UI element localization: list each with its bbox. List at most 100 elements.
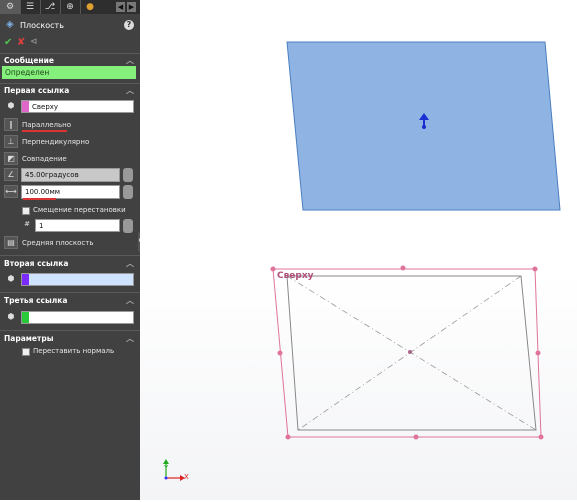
config-icon: ⎇ bbox=[44, 2, 56, 12]
divider bbox=[0, 330, 140, 331]
mid-plane-label[interactable]: Средняя плоскость bbox=[22, 239, 93, 247]
color-wheel-icon: ● bbox=[86, 2, 94, 12]
handle-point[interactable] bbox=[413, 434, 419, 440]
display-manager-tab[interactable]: ● bbox=[80, 0, 100, 14]
angle-input[interactable]: 45.00градусов bbox=[21, 168, 120, 182]
angle-spinner[interactable] bbox=[123, 168, 133, 182]
chevron-up-icon: ︿ bbox=[126, 296, 134, 305]
reference-cube-icon: ⬢ bbox=[7, 274, 15, 283]
mid-plane-button[interactable]: ▤ bbox=[4, 236, 18, 249]
handle-point[interactable] bbox=[277, 350, 283, 356]
reference-plane-outline[interactable] bbox=[272, 268, 542, 438]
first-reference-value: Сверху bbox=[32, 103, 59, 111]
feature-manager-tab[interactable]: ⚙ bbox=[0, 0, 21, 14]
parallel-option-label[interactable]: Параллельно bbox=[22, 121, 71, 129]
list-icon: ☰ bbox=[25, 2, 35, 12]
chevron-up-icon: ︿ bbox=[126, 86, 134, 95]
tabs-next-button[interactable]: ▶ bbox=[127, 2, 136, 12]
distance-icon: ⟷ bbox=[5, 187, 17, 196]
parameters-section-header[interactable]: Параметры ︿ bbox=[0, 332, 140, 344]
message-section-header[interactable]: Сообщение ︿ bbox=[0, 54, 140, 66]
handle-point[interactable] bbox=[532, 266, 538, 272]
third-reference-selection[interactable] bbox=[21, 311, 134, 324]
manager-tabs: ⚙ ☰ ⎇ ⊕ ● ◀ ▶ bbox=[0, 0, 140, 14]
chevron-left-icon: ◀ bbox=[117, 3, 124, 11]
handle-point[interactable] bbox=[538, 434, 544, 440]
angle-button[interactable]: ∠ bbox=[4, 168, 18, 181]
graphics-viewport[interactable]: Сверху X Y bbox=[140, 0, 577, 500]
distance-value: 100.00мм bbox=[25, 188, 61, 196]
coincident-icon: ◩ bbox=[7, 154, 15, 163]
count-spinner[interactable] bbox=[123, 219, 133, 233]
reference-color-swatch bbox=[22, 101, 29, 112]
first-reference-section-header[interactable]: Первая ссылка ︿ bbox=[0, 84, 140, 96]
crosshair-icon: ⊕ bbox=[66, 2, 74, 12]
chevron-up-icon: ︿ bbox=[126, 56, 134, 65]
pushpin-icon: ⊲ bbox=[30, 37, 38, 47]
ok-button[interactable]: ✔ bbox=[4, 37, 12, 48]
handle-point[interactable] bbox=[400, 265, 406, 271]
perpendicular-icon: ⊥ bbox=[7, 137, 15, 146]
status-message-text: Определен bbox=[5, 68, 50, 77]
status-message: Определен bbox=[2, 66, 136, 79]
plane-icon: ◈ bbox=[6, 19, 14, 30]
coordinate-triad: X Y bbox=[163, 459, 189, 481]
help-button[interactable]: ? bbox=[124, 20, 134, 30]
coincident-button[interactable]: ◩ bbox=[4, 152, 18, 165]
checkmark-icon: ✔ bbox=[4, 37, 13, 48]
count-icon: # bbox=[24, 220, 30, 228]
parameters-title: Параметры bbox=[4, 334, 54, 343]
second-reference-title: Вторая ссылка bbox=[4, 259, 69, 268]
coincident-option-label[interactable]: Совпадение bbox=[22, 155, 67, 163]
property-manager-panel: ⚙ ☰ ⎇ ⊕ ● ◀ ▶ ◈ Плоскость ? ✔ ✘ ⊲ Сообще… bbox=[0, 0, 144, 500]
handle-point[interactable] bbox=[535, 350, 541, 356]
angle-value: 45.00градусов bbox=[25, 171, 79, 179]
panel-title-row: ◈ Плоскость ? bbox=[0, 17, 140, 33]
first-reference-title: Первая ссылка bbox=[4, 86, 70, 95]
count-input[interactable]: 1 bbox=[35, 219, 120, 232]
third-reference-title: Третья ссылка bbox=[4, 296, 68, 305]
preview-plane-label: Сверху bbox=[277, 271, 314, 281]
third-reference-section-header[interactable]: Третья ссылка ︿ bbox=[0, 294, 140, 306]
handle-point[interactable] bbox=[285, 434, 291, 440]
flip-normal-checkbox[interactable] bbox=[22, 348, 30, 356]
handle-point[interactable] bbox=[270, 266, 276, 272]
flip-offset-label: Смещение перестановки bbox=[33, 206, 126, 214]
count-value: 1 bbox=[39, 222, 44, 230]
spell-underline bbox=[23, 198, 56, 200]
plane-center-point bbox=[408, 350, 412, 354]
parallel-button[interactable]: ∥ bbox=[4, 118, 18, 131]
close-icon: ✘ bbox=[17, 37, 26, 48]
distance-input[interactable]: 100.00мм bbox=[21, 185, 120, 199]
reference-color-swatch bbox=[22, 274, 29, 285]
second-reference-selection[interactable] bbox=[21, 273, 134, 286]
feature-tree-icon: ⚙ bbox=[5, 2, 15, 12]
chevron-right-icon: ▶ bbox=[128, 3, 135, 11]
flip-offset-checkbox[interactable] bbox=[22, 207, 30, 215]
reference-cube-icon: ⬢ bbox=[7, 101, 15, 110]
mid-plane-icon: ▤ bbox=[7, 238, 15, 247]
chevron-up-icon: ︿ bbox=[126, 334, 134, 343]
tabs-prev-button[interactable]: ◀ bbox=[116, 2, 125, 12]
viewport-canvas: Сверху X Y bbox=[163, 41, 561, 481]
cancel-button[interactable]: ✘ bbox=[17, 37, 25, 48]
property-manager-tab[interactable]: ☰ bbox=[20, 0, 41, 14]
second-reference-section-header[interactable]: Вторая ссылка ︿ bbox=[0, 257, 140, 269]
first-reference-selection[interactable]: Сверху bbox=[21, 100, 134, 113]
configuration-manager-tab[interactable]: ⎇ bbox=[40, 0, 61, 14]
reference-color-swatch bbox=[22, 312, 29, 323]
pushpin-button[interactable]: ⊲ bbox=[30, 37, 38, 48]
triad-y-label: Y bbox=[163, 464, 169, 472]
triad-x-label: X bbox=[184, 473, 189, 481]
perpendicular-button[interactable]: ⊥ bbox=[4, 135, 18, 148]
reference-cube-icon: ⬢ bbox=[7, 312, 15, 321]
offset-distance-button[interactable]: ⟷ bbox=[4, 185, 18, 198]
divider bbox=[0, 292, 140, 293]
perpendicular-option-label[interactable]: Перпендикулярно bbox=[22, 138, 89, 146]
chevron-up-icon: ︿ bbox=[126, 259, 134, 268]
dimxpert-tab[interactable]: ⊕ bbox=[60, 0, 81, 14]
distance-spinner[interactable] bbox=[123, 185, 133, 199]
parallel-icon: ∥ bbox=[9, 120, 13, 129]
flip-normal-label: Переставить нормаль bbox=[33, 347, 115, 355]
divider bbox=[0, 255, 140, 256]
